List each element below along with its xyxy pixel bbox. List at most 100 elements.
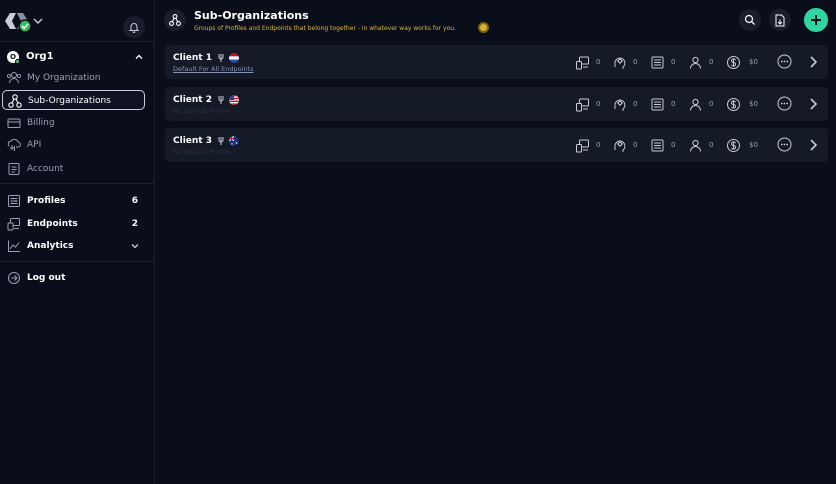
nav-label: Endpoints bbox=[27, 219, 78, 229]
usa-flag bbox=[229, 95, 239, 105]
endpoints-count: 0 bbox=[596, 141, 601, 149]
chevron-up-icon[interactable] bbox=[134, 52, 144, 62]
more-options-icon[interactable] bbox=[777, 96, 792, 111]
client-default-profile: No Default Profile bbox=[173, 107, 230, 115]
logout-icon bbox=[8, 272, 20, 284]
client-card[interactable]: Client 1 Default For All Endpoints 0 0 0 0 $0 bbox=[165, 45, 828, 79]
logo-row[interactable] bbox=[0, 8, 155, 38]
more-options-icon[interactable] bbox=[777, 54, 792, 69]
chevron-right-icon[interactable] bbox=[808, 55, 818, 69]
users-count: 0 bbox=[709, 141, 714, 149]
search-icon bbox=[744, 14, 755, 25]
chevron-right-icon[interactable] bbox=[808, 138, 818, 152]
org-name: Org1 bbox=[26, 51, 54, 62]
logout-button[interactable]: Log out bbox=[2, 268, 145, 288]
nav-sub-organizations[interactable]: Sub-Organizations bbox=[2, 90, 145, 110]
nav-analytics[interactable]: Analytics bbox=[2, 236, 145, 256]
page-title: Sub-Organizations bbox=[194, 9, 309, 22]
bell-icon bbox=[128, 23, 140, 33]
chevron-down-icon[interactable] bbox=[130, 241, 140, 251]
divider bbox=[0, 41, 154, 42]
nav-label: My Organization bbox=[27, 73, 101, 83]
sub-org-icon bbox=[169, 14, 181, 26]
profiles-icon bbox=[651, 139, 664, 152]
nav-billing[interactable]: Billing bbox=[2, 113, 145, 133]
ai-count: 0 bbox=[633, 141, 638, 149]
more-options-icon[interactable] bbox=[777, 137, 792, 152]
profiles-count: 0 bbox=[671, 141, 676, 149]
fork-icon bbox=[218, 54, 224, 62]
nav-account[interactable]: Account bbox=[2, 159, 145, 179]
endpoints-icon bbox=[576, 98, 589, 112]
devices-icon bbox=[7, 218, 20, 231]
profiles-icon bbox=[651, 98, 664, 111]
coin-icon bbox=[478, 22, 489, 33]
fork-icon bbox=[218, 96, 224, 104]
client-name: Client 1 bbox=[173, 53, 212, 63]
credit-card-icon bbox=[7, 118, 21, 128]
plus-icon bbox=[811, 15, 821, 25]
ai-icon bbox=[614, 140, 626, 152]
ai-count: 0 bbox=[633, 100, 638, 108]
divider bbox=[0, 183, 154, 184]
ai-icon bbox=[614, 99, 626, 111]
add-sub-organization-button[interactable] bbox=[804, 8, 828, 32]
client-default-profile: No Default Profile bbox=[173, 148, 230, 156]
search-button[interactable] bbox=[739, 9, 761, 31]
endpoints-icon bbox=[576, 139, 589, 153]
ai-icon bbox=[614, 57, 626, 69]
notifications-button[interactable] bbox=[123, 16, 145, 38]
endpoints-count: 0 bbox=[596, 58, 601, 66]
nav-endpoints[interactable]: Endpoints 2 bbox=[2, 214, 145, 234]
spend-count: $0 bbox=[749, 58, 758, 66]
nav-label: Billing bbox=[27, 118, 55, 128]
client-card[interactable]: Client 2 No Default Profile 0 0 0 0 $0 bbox=[165, 87, 828, 121]
document-icon bbox=[8, 163, 20, 175]
user-icon bbox=[690, 98, 701, 111]
user-icon bbox=[690, 56, 701, 69]
chevron-right-icon[interactable] bbox=[808, 97, 818, 111]
org-selector[interactable]: O Org1 bbox=[6, 50, 148, 64]
profiles-count: 0 bbox=[671, 100, 676, 108]
nav-label: Account bbox=[27, 164, 64, 174]
users-icon bbox=[6, 72, 22, 84]
chevron-down-icon[interactable] bbox=[32, 15, 44, 27]
export-button[interactable] bbox=[769, 9, 791, 31]
endpoints-count: 2 bbox=[131, 219, 138, 229]
logo-icon[interactable] bbox=[3, 9, 31, 33]
nav-label: Log out bbox=[27, 273, 66, 283]
client-card[interactable]: Client 3 No Default Profile 0 0 0 0 $0 bbox=[165, 128, 828, 162]
nav-my-organization[interactable]: My Organization bbox=[2, 68, 145, 88]
nav-label: Profiles bbox=[27, 196, 66, 206]
dollar-icon bbox=[727, 139, 740, 152]
client-name: Client 3 bbox=[173, 136, 212, 146]
australia-flag bbox=[229, 136, 239, 146]
users-count: 0 bbox=[709, 100, 714, 108]
profiles-count: 0 bbox=[671, 58, 676, 66]
sliders-icon bbox=[8, 195, 20, 207]
netherlands-flag bbox=[229, 53, 239, 63]
spend-count: $0 bbox=[749, 141, 758, 149]
page-subtitle: Groups of Profiles and Endpoints that be… bbox=[194, 25, 456, 32]
online-dot bbox=[15, 59, 20, 64]
nav-api[interactable]: API bbox=[2, 135, 145, 155]
profiles-icon bbox=[651, 56, 664, 69]
file-export-icon bbox=[775, 14, 785, 26]
spend-count: $0 bbox=[749, 100, 758, 108]
dollar-icon bbox=[727, 56, 740, 69]
client-name: Client 2 bbox=[173, 95, 212, 105]
nav-profiles[interactable]: Profiles 6 bbox=[2, 191, 145, 211]
org-avatar: O bbox=[7, 51, 20, 64]
endpoints-icon bbox=[576, 56, 589, 70]
client-default-profile[interactable]: Default For All Endpoints bbox=[173, 65, 253, 74]
page-icon bbox=[164, 9, 186, 31]
nav-label: Analytics bbox=[27, 241, 74, 251]
api-icon bbox=[7, 138, 21, 151]
chart-icon bbox=[8, 240, 20, 252]
nav-label: API bbox=[27, 140, 42, 150]
users-count: 0 bbox=[709, 58, 714, 66]
dollar-icon bbox=[727, 98, 740, 111]
endpoints-count: 0 bbox=[596, 100, 601, 108]
sub-org-icon bbox=[8, 94, 22, 108]
sidebar: O Org1 My Organization Sub-Organizations bbox=[0, 0, 155, 484]
